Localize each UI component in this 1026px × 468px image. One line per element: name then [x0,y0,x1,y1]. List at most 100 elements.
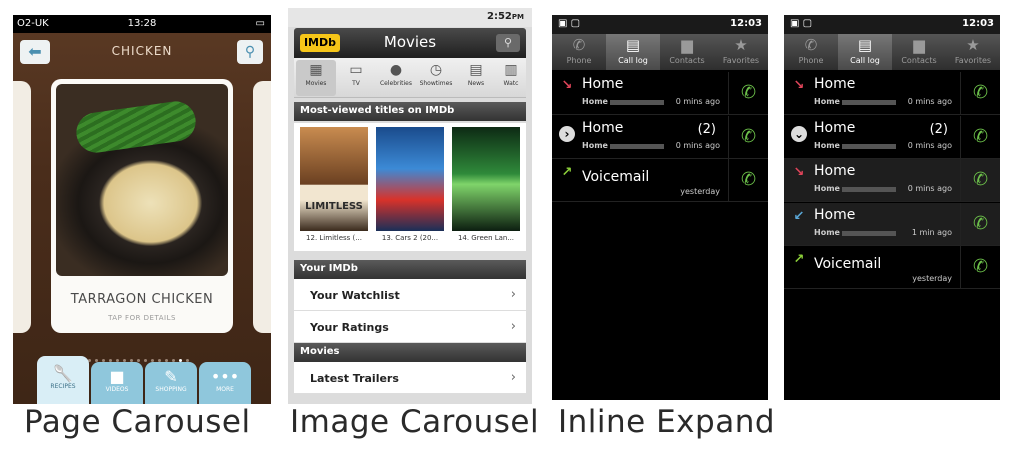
search-button[interactable]: ⚲ [237,40,263,64]
redacted-number [842,230,896,236]
collapse-icon[interactable]: ⌄ [791,125,807,142]
tv-icon: ▭ [349,62,363,78]
caller-name: Home [814,163,856,179]
number-type: Home [582,140,608,150]
redacted-number [842,187,896,192]
most-viewed-header: Most-viewed titles on IMDb [294,102,526,121]
usb-icon: ▣ ▢ [558,18,581,29]
call-time: 0 mins ago [907,140,952,150]
list-icon: ▤ [857,36,873,54]
latest-trailers-row[interactable]: Latest Trailers › [294,362,526,394]
poster-label: 13. Cars 2 (20... [381,234,439,242]
news-icon: ▤ [469,62,483,78]
usb-icon: ▣ ▢ [790,18,813,29]
star-icon: ★ [966,36,980,54]
contacts-icon: ▆ [681,36,693,54]
tab-contacts[interactable]: ▆ Contacts [660,34,714,70]
tab-recipes[interactable]: 🥄 RECIPES [37,356,89,404]
phone-handset-icon: ✆ [972,212,989,234]
tab-phone[interactable]: ✆ Phone [784,34,838,70]
tab-label: RECIPES [50,383,76,390]
your-watchlist-row[interactable]: Your Watchlist › [294,279,526,311]
call-log-entry[interactable]: ↘ Home Home 0 mins ago ✆ [784,72,1000,115]
previous-card[interactable] [13,81,31,333]
outgoing-call-icon: ↗ [561,165,573,180]
page-indicator [81,347,211,362]
poster-limitless[interactable]: LIMITLESS [300,127,368,231]
tab-favorites[interactable]: ★ Favorites [946,34,1000,70]
call-button[interactable]: ✆ [960,202,1000,245]
call-log-entry[interactable]: ↙ Home Home 1 min ago ✆ [784,202,1000,246]
recipe-card[interactable]: TARRAGON CHICKEN TAP FOR DETAILS [51,79,233,333]
missed-call-icon: ↘ [561,78,573,93]
poster-label: 14. Green Lan... [457,234,515,242]
dialer-tabs: ✆ Phone ▤ Call log ▆ Contacts ★ Favorites [552,34,768,70]
call-button[interactable]: ✆ [728,115,768,158]
tab-label: SHOPPING [155,386,187,393]
phone-handset-icon: ✆ [740,125,757,147]
outgoing-call-icon: ↗ [793,252,805,267]
call-log-entry[interactable]: ↘ Home Home 0 mins ago ✆ [552,72,768,115]
phone-handset-icon: ✆ [972,256,989,277]
category-celebrities[interactable]: ● Celebrities [376,60,416,96]
incoming-call-icon: ↙ [793,208,805,224]
call-time: 0 mins ago [907,184,952,193]
poster-carousel[interactable]: LIMITLESS 12. Limitless (... 13. Cars 2 … [294,123,526,251]
status-bar: ▣ ▢ 12:03 [552,15,768,34]
category-news[interactable]: ▤ News [456,60,496,96]
tab-bar: 🥄 RECIPES ■ VIDEOS ✎ SHOPPING ••• MORE [13,356,271,404]
call-button[interactable]: ✆ [960,115,1000,158]
star-icon: ★ [734,36,748,54]
tab-call-log[interactable]: ▤ Call log [838,34,892,70]
status-bar: 2:52PM [288,8,532,27]
chevron-right-icon: › [510,370,516,385]
category-tv[interactable]: ▭ TV [336,60,376,96]
call-log-entry[interactable]: ↗ Voicemail yesterday ✆ [552,159,768,202]
call-button[interactable]: ✆ [960,159,1000,201]
battery-icon: ▭ [255,18,265,29]
tab-shopping[interactable]: ✎ SHOPPING [145,362,197,404]
number-type: Home [814,227,840,237]
your-ratings-row[interactable]: Your Ratings › [294,311,526,343]
call-button[interactable]: ✆ [960,246,1000,288]
list-icon: ▥ [504,62,518,78]
caption-image-carousel: Image Carousel [290,404,540,440]
caller-name: Voicemail [582,169,650,185]
category-watchlist[interactable]: ▥ Watc [496,60,526,96]
poster-label: 12. Limitless (... [306,234,362,242]
movies-header: Movies [294,343,526,362]
expand-icon[interactable]: › [559,125,575,142]
call-log-entry[interactable]: › Home Home 0 mins ago (2) ✆ [552,115,768,159]
tab-call-log[interactable]: ▤ Call log [606,34,660,70]
tab-videos[interactable]: ■ VIDEOS [91,362,143,404]
tab-label: VIDEOS [105,386,129,393]
call-time: 0 mins ago [675,97,720,106]
call-log-entry[interactable]: ⌄ Home Home 0 mins ago (2) ✆ [784,115,1000,159]
recipe-name: TARRAGON CHICKEN [70,292,214,307]
tab-favorites[interactable]: ★ Favorites [714,34,768,70]
next-card[interactable] [253,81,271,333]
call-time: 1 min ago [911,227,952,237]
tab-more[interactable]: ••• MORE [199,362,251,404]
call-log-entry[interactable]: ↘ Home Home 0 mins ago ✆ [784,159,1000,202]
call-button[interactable]: ✆ [960,72,1000,114]
clock: 12:03 [730,18,762,29]
call-button[interactable]: ✆ [728,159,768,201]
tab-phone[interactable]: ✆ Phone [552,34,606,70]
call-button[interactable]: ✆ [728,72,768,114]
category-showtimes[interactable]: ◷ Showtimes [416,60,456,96]
call-log-entry[interactable]: ↗ Voicemail yesterday ✆ [784,246,1000,289]
clock: 13:28 [127,18,157,29]
poster-cars-2[interactable] [376,127,444,231]
tab-contacts[interactable]: ▆ Contacts [892,34,946,70]
category-movies[interactable]: ▦ Movies [296,60,336,96]
number-type: Home [814,184,840,193]
redacted-number [610,100,664,105]
call-time: 0 mins ago [907,97,952,106]
category-strip: ▦ Movies ▭ TV ● Celebrities ◷ Showtimes ▤ New… [294,58,526,98]
tab-label: MORE [216,386,234,393]
poster-green-lantern[interactable] [452,127,520,231]
redacted-number [842,100,896,105]
your-imdb-header: Your IMDb [294,260,526,279]
search-button[interactable]: ⚲ [496,34,520,52]
